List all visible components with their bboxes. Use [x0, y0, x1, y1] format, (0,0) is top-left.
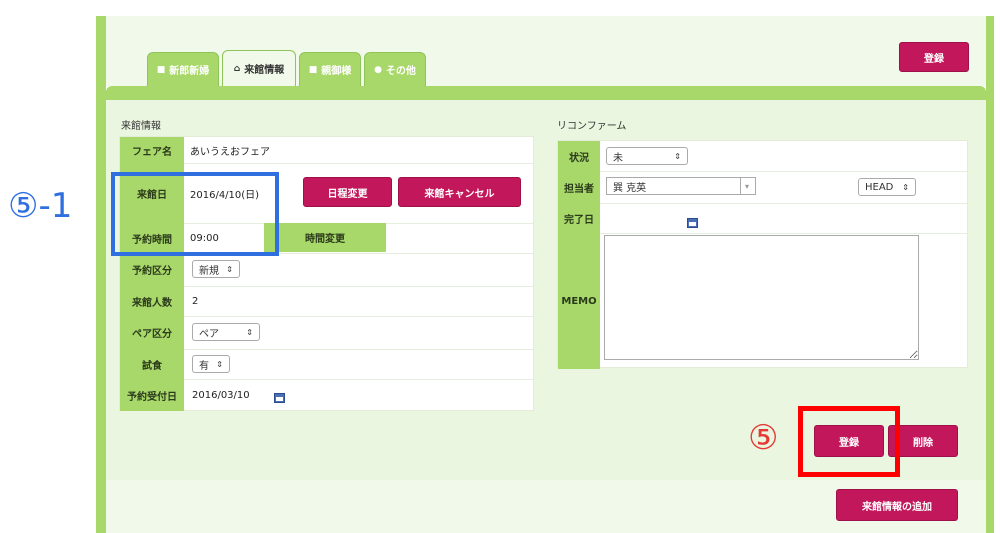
tab-parents[interactable]: ■ 親御様 [299, 52, 361, 86]
tasting-row: 試食 有 ⇕ [120, 349, 533, 380]
tab-bride-groom[interactable]: ■ 新郎新婦 [147, 52, 219, 86]
change-time-button[interactable]: 時間変更 [264, 223, 386, 252]
pair-row: ペア区分 ペア ⇕ [120, 316, 533, 350]
select-arrows-icon: ⇕ [674, 151, 681, 161]
select-arrows-icon: ⇕ [226, 264, 233, 274]
annotation-label-red: ⑤ [748, 418, 779, 458]
staff-select[interactable]: 巽 克英 ▾ [606, 177, 756, 195]
staff-row: 担当者 巽 克英 ▾ HEAD ⇕ [558, 171, 967, 204]
annotation-label-blue: ⑤-1 [8, 186, 73, 226]
home-icon: ⌂ [233, 63, 241, 74]
fair-label: フェア名 [120, 137, 184, 163]
role-select-value: HEAD [865, 181, 894, 193]
add-visit-info-button[interactable]: 来館情報の追加 [836, 489, 958, 521]
tasting-select[interactable]: 有 ⇕ [192, 355, 230, 373]
reconfirm-panel: 状況 未 ⇕ 担当者 巽 克英 ▾ HEAD ⇕ 完了日 MEMO [557, 140, 968, 369]
tasting-select-value: 有 [199, 360, 209, 372]
info-icon: ● [374, 64, 382, 75]
tab-label: その他 [385, 66, 416, 77]
frame-left-border [96, 16, 106, 533]
type-row: 予約区分 新規 ⇕ [120, 253, 533, 287]
people-value: 2 [192, 295, 199, 307]
status-select-value: 未 [613, 152, 623, 164]
cancel-visit-button[interactable]: 来館キャンセル [398, 177, 521, 207]
done-row: 完了日 [558, 203, 967, 234]
status-select[interactable]: 未 ⇕ [606, 147, 688, 165]
tasting-label: 試食 [120, 349, 184, 379]
select-arrows-icon: ⇕ [246, 327, 253, 337]
pair-label: ペア区分 [120, 316, 184, 349]
memo-label: MEMO [558, 233, 600, 369]
header-register-button[interactable]: 登録 [899, 42, 969, 72]
person-icon: ■ [156, 64, 166, 75]
tab-label: 親御様 [321, 66, 352, 77]
tab-other[interactable]: ● その他 [364, 52, 426, 86]
select-arrows-icon: ⇕ [902, 182, 909, 192]
pair-select-value: ペア [199, 328, 219, 340]
tab-label: 新郎新婦 [169, 66, 210, 77]
type-label: 予約区分 [120, 253, 184, 286]
select-arrows-icon: ⇕ [216, 359, 223, 369]
frame-right-border [986, 16, 994, 533]
annotation-highlight-blue [111, 172, 279, 256]
received-row: 予約受付日 2016/03/10 [120, 379, 533, 411]
staff-label: 担当者 [558, 171, 600, 203]
calendar-icon[interactable] [687, 218, 698, 228]
received-value: 2016/03/10 [192, 389, 250, 401]
tab-bar [106, 86, 986, 100]
reconfirm-section-title: リコンファーム [557, 121, 627, 132]
visit-section-title: 来館情報 [121, 121, 161, 132]
fair-row: フェア名 あいうえおフェア [120, 137, 533, 164]
type-select-value: 新規 [199, 265, 219, 277]
tab-visit-info[interactable]: ⌂ 来館情報 [222, 50, 296, 86]
pair-select[interactable]: ペア ⇕ [192, 323, 260, 341]
received-label: 予約受付日 [120, 379, 184, 411]
status-row: 状況 未 ⇕ [558, 141, 967, 172]
people-label: 来館人数 [120, 286, 184, 316]
person-icon: ■ [308, 64, 318, 75]
calendar-icon[interactable] [274, 393, 285, 403]
type-select[interactable]: 新規 ⇕ [192, 260, 240, 278]
status-label: 状況 [558, 141, 600, 171]
change-date-button[interactable]: 日程変更 [303, 177, 392, 207]
tab-label: 来館情報 [244, 65, 285, 76]
staff-select-value: 巽 克英 [613, 182, 647, 194]
role-select[interactable]: HEAD ⇕ [858, 178, 916, 196]
done-label: 完了日 [558, 203, 600, 233]
annotation-highlight-red [798, 406, 900, 477]
memo-textarea[interactable] [604, 235, 919, 360]
memo-row: MEMO [558, 233, 967, 369]
fair-value: あいうえおフェア [190, 146, 270, 158]
people-row: 来館人数 2 [120, 286, 533, 317]
dropdown-arrow-icon: ▾ [739, 178, 749, 194]
